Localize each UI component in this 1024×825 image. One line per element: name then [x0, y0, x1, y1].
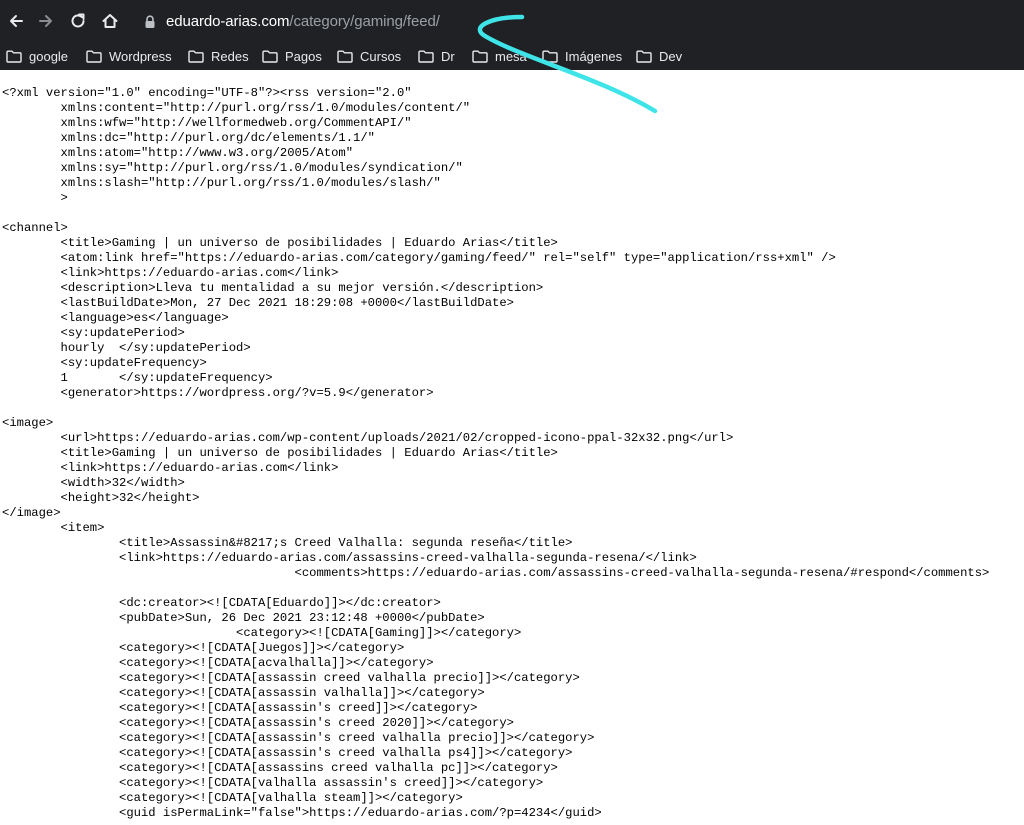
- bookmark-folder-imagenes[interactable]: Imágenes: [542, 46, 622, 66]
- source-line: </image>: [2, 506, 61, 520]
- page-content: <?xml version="1.0" encoding="UTF-8"?><r…: [0, 70, 1024, 825]
- source-line: <category><![CDATA[assassin's creed 2020…: [2, 716, 514, 730]
- source-line: <lastBuildDate>Mon, 27 Dec 2021 18:29:08…: [2, 296, 514, 310]
- url-text: eduardo-arias.com/category/gaming/feed/: [166, 12, 440, 32]
- bookmark-label: Redes: [211, 48, 249, 64]
- address-bar[interactable]: eduardo-arias.com/category/gaming/feed/: [134, 8, 1024, 36]
- bookmark-folder-wordpress[interactable]: Wordpress: [86, 46, 172, 66]
- source-line: <link>https://eduardo-arias.com</link>: [2, 461, 339, 475]
- folder-icon: [542, 50, 558, 63]
- source-line: <category><![CDATA[assassin's creed]]></…: [2, 701, 478, 715]
- source-line: <generator>https://wordpress.org/?v=5.9<…: [2, 386, 434, 400]
- bookmark-label: Imágenes: [565, 48, 623, 64]
- folder-icon: [418, 50, 434, 63]
- back-button[interactable]: [4, 9, 28, 33]
- xml-source: <?xml version="1.0" encoding="UTF-8"?><r…: [0, 70, 1024, 821]
- bookmark-label: google: [29, 48, 69, 64]
- folder-icon: [262, 50, 278, 63]
- source-line: <channel>: [2, 221, 68, 235]
- url-host: eduardo-arias.com: [166, 13, 290, 30]
- reload-button[interactable]: [66, 9, 90, 33]
- bookmark-label: Wordpress: [109, 48, 172, 64]
- source-line: <url>https://eduardo-arias.com/wp-conten…: [2, 431, 734, 445]
- source-line: <title>Gaming | un universo de posibilid…: [2, 236, 558, 250]
- source-line: <image>: [2, 416, 54, 430]
- source-line: <category><![CDATA[assassin's creed valh…: [2, 746, 573, 760]
- folder-icon: [6, 50, 22, 63]
- source-line: <width>32</width>: [2, 476, 185, 490]
- source-line: >: [2, 191, 68, 205]
- source-line: xmlns:dc="http://purl.org/dc/elements/1.…: [2, 131, 376, 145]
- bookmark-label: Cursos: [360, 48, 402, 64]
- source-line: xmlns:wfw="http://wellformedweb.org/Comm…: [2, 116, 412, 130]
- folder-icon: [636, 50, 652, 63]
- source-line: <link>https://eduardo-arias.com</link>: [2, 266, 339, 280]
- source-line: <description>Lleva tu mentalidad a su me…: [2, 281, 544, 295]
- source-line: <guid isPermaLink="false">https://eduard…: [2, 806, 602, 820]
- source-line: <dc:creator><![CDATA[Eduardo]]></dc:crea…: [2, 596, 441, 610]
- source-line: <category><![CDATA[assassin creed valhal…: [2, 671, 580, 685]
- source-line: xmlns:atom="http://www.w3.org/2005/Atom": [2, 146, 354, 160]
- source-line: <category><![CDATA[Gaming]]></category>: [2, 626, 522, 640]
- source-line: <category><![CDATA[assassins creed valha…: [2, 761, 558, 775]
- folder-icon: [86, 50, 102, 63]
- bookmark-folder-pagos[interactable]: Pagos: [262, 46, 322, 66]
- lock-icon: [145, 15, 155, 28]
- source-line: xmlns:sy="http://purl.org/rss/1.0/module…: [2, 161, 463, 175]
- source-line: <sy:updatePeriod>: [2, 326, 185, 340]
- source-line: <category><![CDATA[acvalhalla]]></catego…: [2, 656, 434, 670]
- bookmark-folder-cursos[interactable]: Cursos: [337, 46, 401, 66]
- bookmark-folder-dev[interactable]: Dev: [636, 46, 682, 66]
- home-icon: [102, 14, 118, 28]
- source-line: [2, 206, 1024, 221]
- bookmarks-bar: google Wordpress Redes Pagos Cursos Dr m…: [0, 42, 1024, 70]
- source-line: <height>32</height>: [2, 491, 200, 505]
- folder-icon: [188, 50, 204, 63]
- source-line: [2, 581, 1024, 596]
- source-line: xmlns:content="http://purl.org/rss/1.0/m…: [2, 101, 471, 115]
- source-line: 1 </sy:updateFrequency>: [2, 371, 273, 385]
- source-line: <title>Assassin&#8217;s Creed Valhalla: …: [2, 536, 573, 550]
- bookmark-label: Dr: [441, 48, 455, 64]
- source-line: <title>Gaming | un universo de posibilid…: [2, 446, 558, 460]
- back-arrow-icon: [10, 15, 23, 27]
- source-line: <category><![CDATA[assassin valhalla]]><…: [2, 686, 485, 700]
- source-line: <category><![CDATA[valhalla assassin's c…: [2, 776, 544, 790]
- bookmark-folder-google[interactable]: google: [6, 46, 68, 66]
- home-button[interactable]: [98, 9, 122, 33]
- forward-arrow-icon: [39, 15, 52, 27]
- folder-icon: [472, 50, 488, 63]
- browser-chrome: eduardo-arias.com/category/gaming/feed/ …: [0, 0, 1024, 70]
- source-line: <link>https://eduardo-arias.com/assassin…: [2, 551, 697, 565]
- source-line: [2, 401, 1024, 416]
- reload-icon: [71, 13, 85, 28]
- url-path: /category/gaming/feed/: [289, 13, 440, 30]
- source-line: <pubDate>Sun, 26 Dec 2021 23:12:48 +0000…: [2, 611, 485, 625]
- source-line: <atom:link href="https://eduardo-arias.c…: [2, 251, 836, 265]
- source-line: hourly </sy:updatePeriod>: [2, 341, 251, 355]
- source-line: <category><![CDATA[valhalla steam]]></ca…: [2, 791, 463, 805]
- source-line: <category><![CDATA[assassin's creed valh…: [2, 731, 595, 745]
- bookmark-label: Dev: [659, 48, 683, 64]
- bookmark-folder-mesa[interactable]: mesa: [472, 46, 527, 66]
- source-line: <item>: [2, 521, 105, 535]
- source-line: <language>es</language>: [2, 311, 229, 325]
- bookmark-folder-dr[interactable]: Dr: [418, 46, 455, 66]
- bookmark-label: Pagos: [285, 48, 322, 64]
- bookmark-label: mesa: [495, 48, 527, 64]
- source-line: <comments>https://eduardo-arias.com/assa…: [2, 566, 990, 580]
- browser-toolbar: eduardo-arias.com/category/gaming/feed/: [0, 0, 1024, 42]
- bookmark-folder-redes[interactable]: Redes: [188, 46, 249, 66]
- source-line: <sy:updateFrequency>: [2, 356, 207, 370]
- source-line: <category><![CDATA[Juegos]]></category>: [2, 641, 405, 655]
- folder-icon: [337, 50, 353, 63]
- source-line: xmlns:slash="http://purl.org/rss/1.0/mod…: [2, 176, 441, 190]
- source-line: <?xml version="1.0" encoding="UTF-8"?><r…: [2, 86, 412, 100]
- forward-button[interactable]: [34, 9, 58, 33]
